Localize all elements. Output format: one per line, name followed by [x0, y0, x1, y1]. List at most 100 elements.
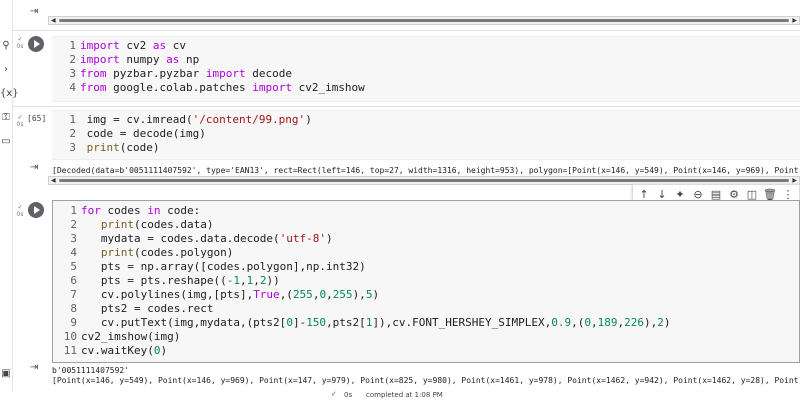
line-number: 10 [63, 330, 77, 343]
code-line: 5 pts = np.array([codes.polygon],np.int3… [53, 260, 799, 274]
mirror-icon[interactable]: ◫ [744, 188, 760, 201]
line-number: 2 [70, 218, 77, 231]
code-editor[interactable]: 1 import cv2 as cv 2 import numpy as np 3 fro… [52, 36, 800, 102]
line-number: 3 [69, 141, 76, 154]
line-number: 4 [70, 246, 77, 259]
code-token: print [100, 218, 134, 231]
code-token: import [80, 53, 120, 66]
code-token: 189 [597, 316, 618, 329]
key-icon[interactable]: ⚿ [0, 112, 12, 123]
code-token: as [166, 53, 180, 66]
code-token: ]),cv.FONT_HERSHEY_SIMPLEX, [372, 316, 552, 329]
code-line: 8 pts2 = codes.rect [53, 302, 799, 316]
run-cell-button[interactable] [28, 202, 44, 218]
code-token: print [80, 141, 120, 154]
cell-divider [13, 30, 800, 31]
code-line: 10 cv2_imshow(img) [53, 330, 799, 344]
scrollbar-thumb[interactable] [59, 179, 789, 182]
folder-icon[interactable]: ▭ [0, 136, 12, 147]
arrow-down-icon[interactable]: ↓ [654, 188, 670, 201]
terminal-icon[interactable]: ▣ [0, 368, 12, 379]
scrollbar-thumb[interactable] [59, 19, 789, 22]
code-token: ,pts2[ [326, 316, 366, 329]
code-token: (codes.data) [134, 218, 214, 231]
delete-icon[interactable]: 🗑 [762, 188, 778, 201]
code-token: 0 [286, 316, 293, 329]
code-line: 11 cv.waitKey(0) [53, 344, 799, 358]
code-token: 150 [306, 316, 327, 329]
code-token: img = cv.imread( [80, 113, 193, 126]
code-token: print [100, 246, 134, 259]
cell-output: b'0051111407592' [52, 366, 130, 375]
horizontal-scrollbar[interactable]: ◀ ▶ [48, 16, 800, 25]
cell-divider [13, 106, 800, 107]
code-editor[interactable]: 1 for codes in code: 2 print(codes.data) 3 … [52, 200, 800, 363]
output-toggle-icon[interactable]: ⇥ [30, 362, 38, 373]
code-token: pts2 = codes.rect [81, 302, 214, 315]
code-token: mydata = codes.data.decode( [81, 232, 280, 245]
arrow-up-icon[interactable]: ↑ [636, 188, 652, 201]
sparkle-icon[interactable]: ✦ [672, 188, 688, 201]
code-token: -1 [226, 274, 240, 287]
line-number: 8 [70, 302, 77, 315]
code-token: pts = pts.reshape(( [81, 274, 227, 287]
line-number: 1 [69, 39, 76, 52]
scroll-left-icon[interactable]: ◀ [51, 17, 56, 24]
code-token: from [80, 81, 107, 94]
line-number: 6 [70, 274, 77, 287]
code-token: numpy [119, 53, 167, 66]
output-toggle-icon[interactable]: ⇥ [30, 162, 38, 173]
code-token: as [152, 39, 167, 52]
code-token: cv.polylines(img,[pts], [81, 288, 254, 301]
search-icon[interactable]: ⚲ [0, 40, 12, 51]
line-number: 3 [70, 232, 77, 245]
left-rail: ⚲ › {x} ⚿ ▭ ▣ [0, 0, 19, 400]
comment-icon[interactable]: ▤ [708, 188, 724, 201]
code-token: 2 [657, 316, 664, 329]
code-token: 255 [332, 288, 353, 301]
code-token: import [205, 67, 246, 80]
code-token: in [147, 204, 161, 217]
code-token: import [252, 81, 292, 94]
code-token: ) [160, 344, 168, 357]
code-line: 3 mydata = codes.data.decode('utf-8') [53, 232, 799, 246]
braces-icon[interactable]: {x} [0, 88, 19, 99]
scroll-right-icon[interactable]: ▶ [792, 17, 797, 24]
check-icon: ✓ [331, 390, 337, 398]
chevron-right-icon[interactable]: › [0, 64, 12, 75]
cell-status: ✓ 0s [16, 114, 24, 128]
code-line: 9 cv.putText(img,mydata,(pts2[0]-150,pts… [53, 316, 799, 330]
code-token: import [80, 39, 120, 52]
code-token: ,( [571, 316, 585, 329]
run-cell-button[interactable] [28, 36, 44, 52]
code-token: cv [166, 39, 186, 52]
output-toggle-icon[interactable]: ⇥ [30, 6, 38, 17]
code-token: cv2_imshow(img) [81, 330, 181, 343]
more-icon[interactable]: ⋮ [780, 188, 796, 201]
line-number: 9 [70, 316, 77, 329]
code-token: )) [266, 274, 280, 287]
code-token: 255 [292, 288, 313, 301]
code-token: for [81, 204, 101, 217]
link-icon[interactable]: ⊖ [690, 188, 706, 201]
code-token: ), [644, 316, 658, 329]
settings-icon[interactable]: ⚙ [726, 188, 742, 201]
code-line: 2 import numpy as np [52, 53, 800, 67]
code-token: 0.9 [551, 316, 572, 329]
code-editor[interactable]: 1 img = cv.imread('/content/99.png') 2 co… [52, 110, 800, 160]
code-token: 'utf-8' [279, 232, 327, 245]
code-token: pyzbar.pyzbar [106, 67, 206, 80]
line-number: 4 [69, 81, 76, 94]
cell-status: ✓ 0s [16, 36, 24, 50]
cell-status: ✓ 0s [16, 204, 24, 218]
code-line: 6 pts = pts.reshape((-1,1,2)) [53, 274, 799, 288]
line-number: 5 [70, 260, 77, 273]
code-token: , [591, 316, 598, 329]
code-token: ), [352, 288, 366, 301]
code-token: ) [305, 113, 312, 126]
code-line: 7 cv.polylines(img,[pts],True,(255,0,255… [53, 288, 799, 302]
scroll-left-icon[interactable]: ◀ [51, 177, 56, 184]
scroll-right-icon[interactable]: ▶ [792, 177, 797, 184]
